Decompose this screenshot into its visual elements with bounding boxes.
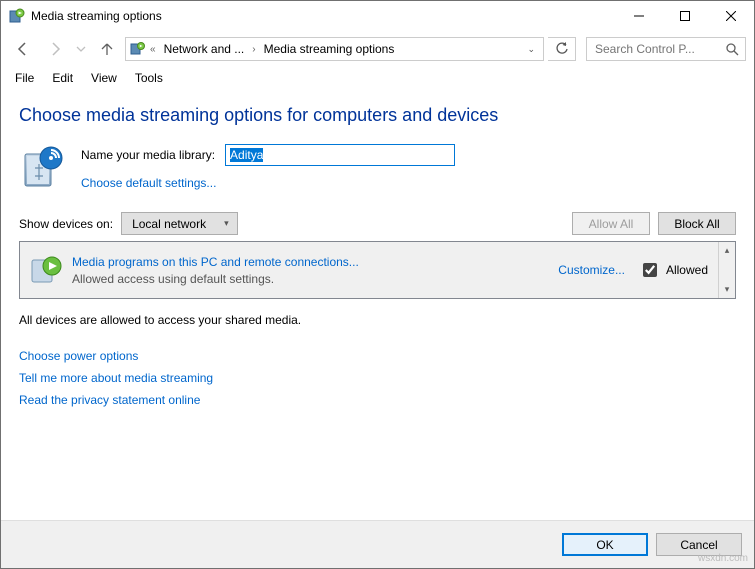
device-title-link[interactable]: Media programs on this PC and remote con… [72,255,359,269]
menu-file[interactable]: File [7,69,42,87]
refresh-button[interactable] [548,37,576,61]
search-box[interactable] [586,37,746,61]
show-devices-label: Show devices on: [19,217,113,231]
menu-tools[interactable]: Tools [127,69,171,87]
scroll-down-button[interactable]: ▾ [719,281,735,298]
block-all-button[interactable]: Block All [658,212,736,235]
library-row: Name your media library: Choose default … [19,144,736,192]
dialog-footer: OK Cancel [1,520,754,568]
ok-button[interactable]: OK [562,533,648,556]
show-devices-row: Show devices on: Local network ▾ Allow A… [19,212,736,235]
search-icon [726,43,739,56]
device-list-scrollbar[interactable]: ▴ ▾ [718,242,735,298]
maximize-button[interactable] [662,1,708,31]
content-pane: Choose media streaming options for compu… [1,89,754,520]
status-text: All devices are allowed to access your s… [19,313,736,327]
library-name-label: Name your media library: [81,148,215,162]
window-controls [616,1,754,31]
minimize-button[interactable] [616,1,662,31]
breadcrumb[interactable]: « Network and ... › Media streaming opti… [125,37,544,61]
menu-bar: File Edit View Tools [1,67,754,89]
customize-link[interactable]: Customize... [558,263,625,277]
allow-all-button: Allow All [572,212,650,235]
power-options-link[interactable]: Choose power options [19,349,736,363]
allowed-checkbox-input[interactable] [643,263,657,277]
device-description: Allowed access using default settings. [72,272,359,286]
media-library-icon [19,144,67,192]
cancel-button[interactable]: Cancel [656,533,742,556]
choose-default-settings-link[interactable]: Choose default settings... [81,176,455,190]
breadcrumb-icon [130,41,146,57]
breadcrumb-chevron-root[interactable]: « [150,44,156,55]
control-panel-window: Media streaming options [0,0,755,569]
privacy-statement-link[interactable]: Read the privacy statement online [19,393,736,407]
device-list: Media programs on this PC and remote con… [19,241,736,299]
breadcrumb-segment-1[interactable]: Network and ... [160,40,249,58]
recent-dropdown[interactable] [73,35,89,63]
library-name-input[interactable] [225,144,455,166]
allowed-checkbox[interactable]: Allowed [639,260,708,280]
chevron-down-icon: ▾ [224,218,229,229]
tell-me-more-link[interactable]: Tell me more about media streaming [19,371,736,385]
device-play-icon [30,254,62,286]
search-input[interactable] [593,41,722,57]
close-button[interactable] [708,1,754,31]
back-button[interactable] [9,35,37,63]
page-heading: Choose media streaming options for compu… [19,105,736,126]
breadcrumb-segment-2[interactable]: Media streaming options [260,40,399,58]
show-devices-value: Local network [132,217,206,231]
nav-bar: « Network and ... › Media streaming opti… [1,31,754,67]
breadcrumb-dropdown-icon[interactable]: ⌄ [523,44,539,55]
breadcrumb-chevron-1[interactable]: › [252,44,255,55]
device-row[interactable]: Media programs on this PC and remote con… [20,242,718,298]
app-icon [9,8,25,24]
help-links: Choose power options Tell me more about … [19,349,736,407]
allowed-checkbox-label: Allowed [666,263,708,277]
show-devices-combo[interactable]: Local network ▾ [121,212,238,235]
scroll-up-button[interactable]: ▴ [719,242,735,259]
window-title: Media streaming options [31,9,162,23]
up-button[interactable] [93,35,121,63]
titlebar: Media streaming options [1,1,754,31]
forward-button[interactable] [41,35,69,63]
menu-edit[interactable]: Edit [44,69,81,87]
menu-view[interactable]: View [83,69,125,87]
